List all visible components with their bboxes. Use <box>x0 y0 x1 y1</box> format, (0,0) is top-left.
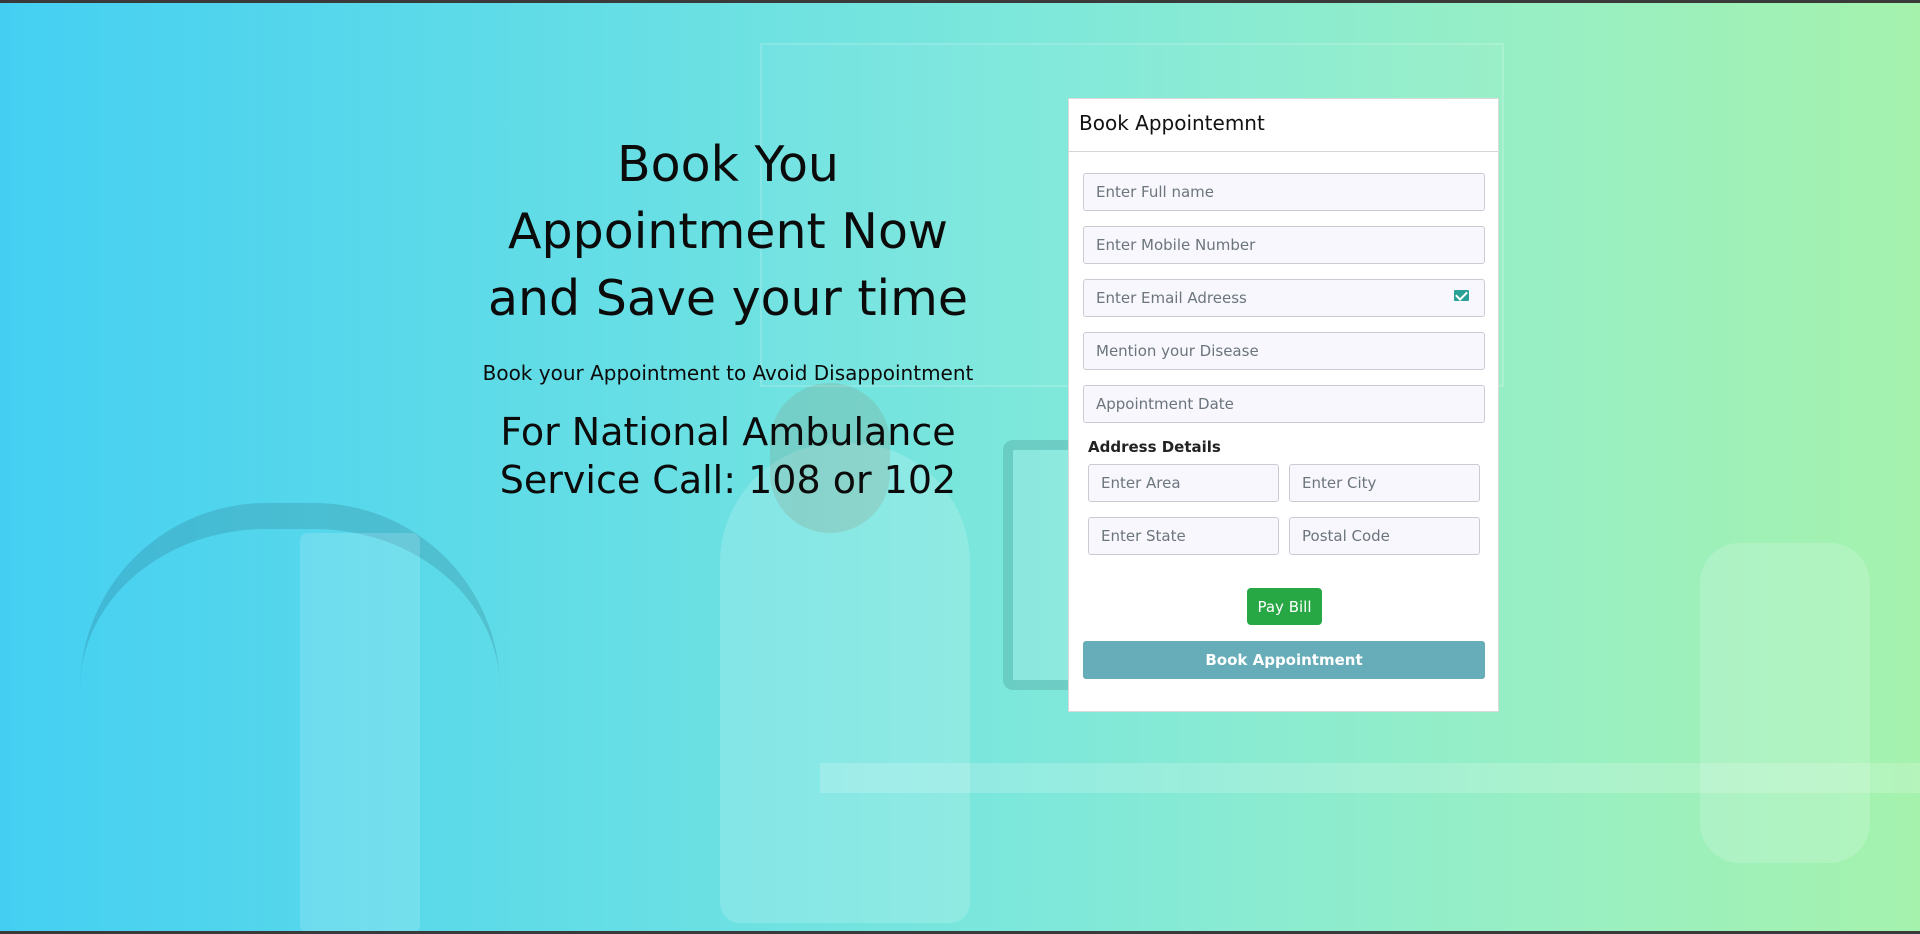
background-machine <box>300 533 420 931</box>
ambulance-info: For National Ambulance Service Call: 108… <box>468 408 988 504</box>
hero-text-block: Book You Appointment Now and Save your t… <box>468 131 988 504</box>
email-input[interactable] <box>1083 279 1485 317</box>
mail-icon <box>1454 290 1469 301</box>
full-name-input[interactable] <box>1083 173 1485 211</box>
hero-background: Book You Appointment Now and Save your t… <box>0 3 1920 931</box>
mobile-number-input[interactable] <box>1083 226 1485 264</box>
ambulance-line2: Service Call: 108 or 102 <box>499 458 957 502</box>
disease-input[interactable] <box>1083 332 1485 370</box>
hero-title: Book You Appointment Now and Save your t… <box>468 131 988 332</box>
ambulance-line1: For National Ambulance <box>500 410 956 454</box>
background-chair <box>1700 543 1870 863</box>
hero-title-line3: and Save your time <box>487 270 969 327</box>
hero-subtitle: Book your Appointment to Avoid Disappoin… <box>482 361 974 385</box>
postal-code-input[interactable] <box>1289 517 1480 555</box>
city-input[interactable] <box>1289 464 1480 502</box>
pay-bill-button[interactable]: Pay Bill <box>1247 588 1322 625</box>
address-details-label: Address Details <box>1088 438 1221 456</box>
state-input[interactable] <box>1088 517 1279 555</box>
appointment-date-input[interactable] <box>1083 385 1485 423</box>
book-appointment-button[interactable]: Book Appointment <box>1083 641 1485 679</box>
area-input[interactable] <box>1088 464 1279 502</box>
hero-title-line2: Appointment Now <box>507 203 949 260</box>
card-header: Book Appointemnt <box>1069 99 1498 152</box>
hero-title-line1: Book You <box>617 136 839 193</box>
background-machine-arm <box>80 503 500 689</box>
appointment-form-card: Book Appointemnt Address Details Pay Bil… <box>1068 98 1499 712</box>
form-title: Book Appointemnt <box>1079 111 1265 135</box>
